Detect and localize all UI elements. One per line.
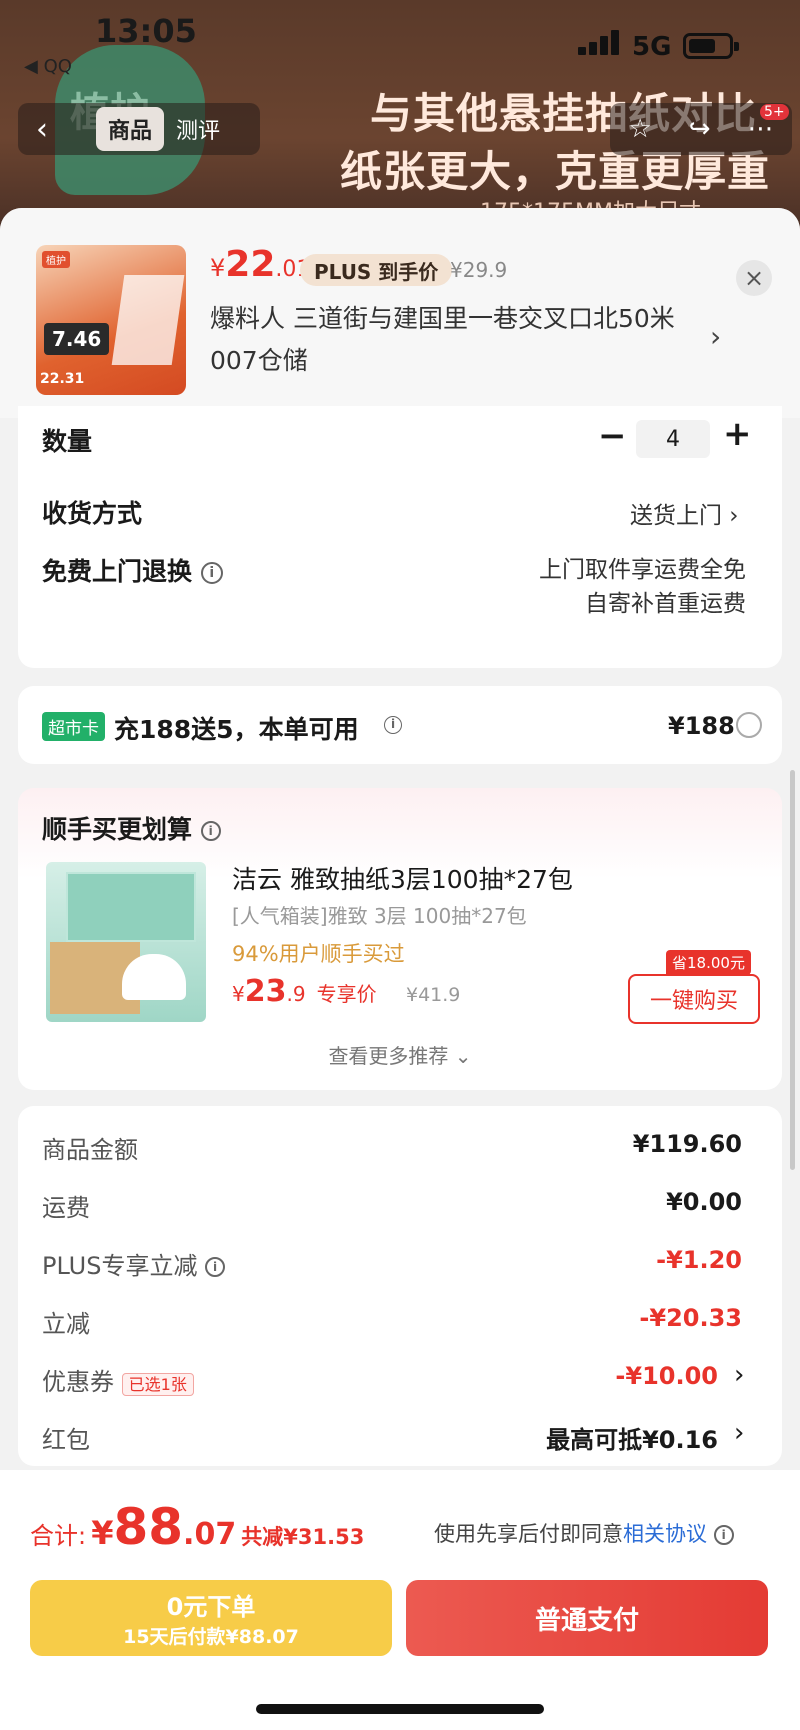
summary-label-redpacket: 红包: [42, 1426, 90, 1454]
total-dec: .07: [183, 1517, 237, 1552]
status-time: 13:05: [95, 12, 197, 50]
supermarket-card-offer[interactable]: 超市卡 充188送5，本单可用 i ¥188: [18, 686, 782, 764]
summary-label-plus-text: PLUS专享立减: [42, 1252, 198, 1280]
signal-icon: [578, 30, 622, 55]
rec-price-int: 23: [244, 974, 287, 1009]
supermarket-card-tag: 超市卡: [42, 712, 105, 741]
product-thumbnail: 植护 7.46 22.31: [36, 245, 186, 395]
coupon-label-text: 优惠券: [42, 1368, 114, 1396]
summary-value-plus: -¥1.20: [656, 1246, 742, 1274]
summary-label-coupon[interactable]: 优惠券 已选1张: [42, 1362, 194, 1397]
order-total: 合计: ¥88.07 共减¥31.53: [30, 1498, 364, 1556]
recommend-item-name[interactable]: 洁云 雅致抽纸3层100抽*27包: [232, 860, 573, 896]
free-return-label: 免费上门退换 i: [42, 552, 223, 588]
home-indicator[interactable]: [256, 1704, 544, 1714]
quantity-label: 数量: [42, 427, 93, 456]
rec-price-label: 专享价: [316, 982, 377, 1006]
product-tabs: 商品 测评: [66, 103, 260, 155]
summary-label-goods: 商品金额: [42, 1136, 138, 1164]
chevron-right-icon[interactable]: ›: [710, 320, 721, 353]
card-offer-price: ¥188: [668, 712, 735, 740]
one-click-buy-button[interactable]: 一键购买: [628, 974, 760, 1024]
pay-later-button[interactable]: 0元下单 15天后付款¥88.07: [30, 1580, 392, 1656]
total-label: 合计:: [30, 1522, 87, 1550]
summary-value-goods: ¥119.60: [632, 1130, 742, 1158]
recommend-title: 顺手买更划算 i: [42, 810, 221, 846]
recommend-product-image[interactable]: [46, 862, 206, 1022]
tab-product[interactable]: 商品: [96, 107, 165, 151]
close-button[interactable]: ×: [736, 260, 772, 296]
recommend-price: ¥23.9 专享价: [232, 974, 377, 1009]
card-offer-radio[interactable]: [736, 712, 762, 738]
more-badge: 5+: [760, 104, 789, 120]
thumb-brand-tag: 植护: [42, 251, 70, 268]
order-options-card: 数量 − 4 + 收货方式 送货上门 › 免费上门退换 i 上门取件享运费全免 …: [18, 406, 782, 668]
rec-price-yen: ¥: [232, 982, 245, 1006]
quantity-input[interactable]: 4: [636, 420, 710, 458]
agree-text: 使用先享后付即同意: [434, 1522, 623, 1546]
back-button[interactable]: ‹: [18, 103, 66, 155]
agreement-text: 使用先享后付即同意相关协议 i: [434, 1518, 734, 1548]
tab-review[interactable]: 测评: [164, 107, 232, 151]
network-label: 5G: [632, 32, 672, 62]
scrollbar[interactable]: [790, 770, 795, 1170]
rec-price-dec: .9: [286, 982, 306, 1006]
delivery-method-label: 收货方式: [42, 499, 143, 528]
chevron-right-icon[interactable]: ›: [734, 1418, 744, 1448]
agreement-link[interactable]: 相关协议: [623, 1522, 707, 1546]
plus-price-tag: PLUS 到手价: [300, 254, 453, 286]
normal-pay-button[interactable]: 普通支付: [406, 1580, 768, 1656]
summary-label-plus: PLUS专享立减 i: [42, 1246, 226, 1281]
summary-value-redpacket[interactable]: 最高可抵¥0.16: [468, 1420, 718, 1455]
info-icon[interactable]: i: [205, 1257, 226, 1277]
quantity-minus-button[interactable]: −: [598, 416, 627, 456]
original-price: ¥29.9: [450, 258, 508, 282]
total-yen: ¥: [91, 1514, 114, 1552]
price-yen: ¥: [210, 254, 226, 282]
recommend-original-price: ¥41.9: [406, 984, 461, 1006]
pay-later-main: 0元下单: [166, 1593, 256, 1621]
battery-icon: [683, 33, 739, 59]
card-offer-text: 充188送5，本单可用: [114, 715, 359, 744]
return-note-2: 自寄补首重运费: [585, 591, 746, 617]
total-int: 88: [113, 1498, 184, 1556]
info-icon[interactable]: i: [384, 716, 402, 734]
more-recommend-link[interactable]: 查看更多推荐 ⌄: [18, 1040, 782, 1069]
info-icon[interactable]: i: [713, 1525, 734, 1545]
pay-later-sub: 15天后付款¥88.07: [123, 1626, 299, 1648]
recommend-title-text: 顺手买更划算: [42, 815, 193, 844]
delivery-method-value[interactable]: 送货上门 ›: [630, 496, 739, 530]
back-to-qq-link[interactable]: ◀ QQ: [24, 56, 72, 77]
product-price: ¥22.01: [210, 244, 310, 285]
summary-value-coupon[interactable]: -¥10.00: [518, 1362, 718, 1390]
summary-value-shipping: ¥0.00: [666, 1188, 742, 1216]
summary-label-shipping: 运费: [42, 1194, 90, 1222]
product-header: 植护 7.46 22.31 ¥22.01 PLUS 到手价 ¥29.9 × 爆料…: [0, 208, 800, 418]
favorite-star-icon[interactable]: ☆: [628, 114, 651, 144]
recommend-card: 顺手买更划算 i 洁云 雅致抽纸3层100抽*27包 [人气箱装]雅致 3层 1…: [18, 788, 782, 1090]
price-int: 22: [225, 244, 276, 285]
summary-label-discount: 立减: [42, 1310, 90, 1338]
summary-value-discount: -¥20.33: [639, 1304, 742, 1332]
checkout-footer: 合计: ¥88.07 共减¥31.53 使用先享后付即同意相关协议 i 0元下单…: [0, 1470, 800, 1730]
thumb-price-text: 7.46: [44, 323, 110, 355]
coupon-selected-tag: 已选1张: [121, 1373, 194, 1396]
recommend-item-sub: [人气箱装]雅致 3层 100抽*27包: [232, 904, 527, 928]
recommend-item-stat: 94%用户顺手买过: [232, 942, 405, 966]
free-return-text: 免费上门退换: [42, 557, 193, 586]
price-summary-card: 商品金额 ¥119.60 运费 ¥0.00 PLUS专享立减 i -¥1.20 …: [18, 1106, 782, 1466]
thumb-bottom-text: 22.31: [40, 371, 85, 387]
info-icon[interactable]: i: [200, 821, 221, 841]
share-icon[interactable]: ↪: [689, 114, 711, 144]
return-note-1: 上门取件享运费全免: [539, 557, 746, 583]
delivery-address[interactable]: 爆料人 三道街与建国里一巷交叉口北50米007仓储: [210, 298, 690, 382]
total-savings: 共减¥31.53: [241, 1525, 365, 1549]
info-icon[interactable]: i: [200, 562, 223, 584]
chevron-right-icon[interactable]: ›: [734, 1360, 744, 1390]
quantity-plus-button[interactable]: +: [723, 414, 752, 454]
save-tag: 省18.00元: [666, 950, 751, 975]
